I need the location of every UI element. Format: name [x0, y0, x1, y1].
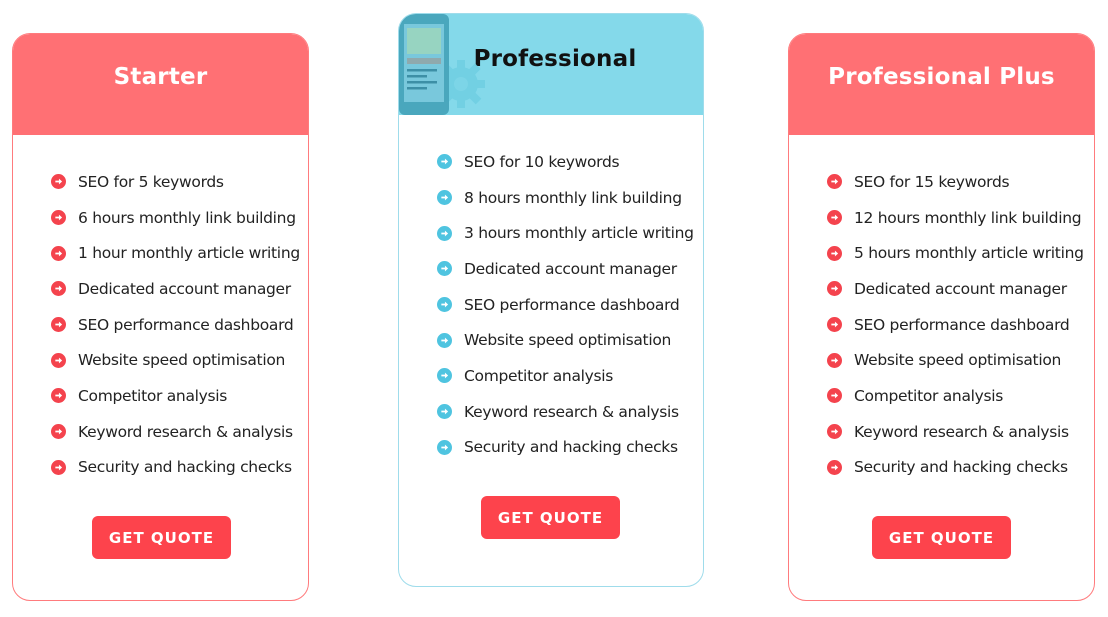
arrow-right-circle-icon: [51, 317, 66, 333]
feature-text: 6 hours monthly link building: [78, 208, 296, 227]
feature-text: Security and hacking checks: [854, 458, 1068, 477]
arrow-right-circle-icon: [437, 368, 452, 384]
feature-text: SEO performance dashboard: [78, 315, 294, 334]
feature-text: 3 hours monthly article writing: [464, 224, 694, 243]
arrow-right-circle-icon: [827, 424, 842, 440]
feature-item: 8 hours monthly link building: [437, 180, 694, 216]
feature-text: Competitor analysis: [78, 386, 228, 405]
feature-item: SEO performance dashboard: [51, 307, 300, 343]
feature-text: Dedicated account manager: [854, 279, 1067, 298]
feature-item: Keyword research & analysis: [437, 394, 694, 430]
feature-text: Competitor analysis: [464, 366, 614, 385]
feature-text: Keyword research & analysis: [464, 402, 679, 421]
plan-header: Starter: [13, 34, 308, 135]
arrow-right-circle-icon: [51, 210, 66, 226]
arrow-right-circle-icon: [51, 281, 66, 297]
phone-gear-illustration-icon: [399, 14, 485, 115]
arrow-right-circle-icon: [437, 154, 452, 170]
feature-item: SEO for 5 keywords: [51, 164, 300, 200]
feature-item: Competitor analysis: [437, 358, 694, 394]
feature-text: SEO performance dashboard: [464, 295, 680, 314]
feature-item: Website speed optimisation: [51, 342, 300, 378]
feature-item: Security and hacking checks: [437, 430, 694, 466]
feature-item: Security and hacking checks: [51, 450, 300, 486]
feature-list: SEO for 10 keywords 8 hours monthly link…: [437, 144, 694, 465]
feature-item: Security and hacking checks: [827, 450, 1084, 486]
plan-header: Professional: [399, 14, 703, 115]
feature-text: 12 hours monthly link building: [854, 208, 1082, 227]
feature-item: SEO performance dashboard: [437, 287, 694, 323]
feature-item: Keyword research & analysis: [51, 414, 300, 450]
feature-item: SEO for 10 keywords: [437, 144, 694, 180]
arrow-right-circle-icon: [51, 459, 66, 475]
feature-text: Keyword research & analysis: [78, 422, 293, 441]
feature-item: 12 hours monthly link building: [827, 200, 1084, 236]
feature-text: Dedicated account manager: [464, 259, 677, 278]
feature-item: Dedicated account manager: [827, 271, 1084, 307]
feature-text: Website speed optimisation: [78, 351, 286, 370]
feature-item: Dedicated account manager: [437, 251, 694, 287]
arrow-right-circle-icon: [51, 352, 66, 368]
feature-text: Keyword research & analysis: [854, 422, 1069, 441]
feature-text: SEO for 15 keywords: [854, 172, 1010, 191]
arrow-right-circle-icon: [437, 297, 452, 313]
arrow-right-circle-icon: [827, 388, 842, 404]
feature-item: 5 hours monthly article writing: [827, 235, 1084, 271]
arrow-right-circle-icon: [51, 174, 66, 190]
feature-item: 1 hour monthly article writing: [51, 235, 300, 271]
feature-item: 3 hours monthly article writing: [437, 215, 694, 251]
plan-card-professional: Professional SEO for 10 keywords 8 hours…: [398, 13, 704, 587]
get-quote-button[interactable]: GET QUOTE: [92, 516, 231, 559]
arrow-right-circle-icon: [51, 424, 66, 440]
feature-text: 5 hours monthly article writing: [854, 244, 1084, 263]
feature-text: Competitor analysis: [854, 386, 1004, 405]
arrow-right-circle-icon: [827, 281, 842, 297]
plan-header: Professional Plus: [789, 34, 1094, 135]
plan-card-professional-plus: Professional Plus SEO for 15 keywords 12…: [788, 33, 1095, 601]
feature-item: Website speed optimisation: [437, 322, 694, 358]
plan-title: Starter: [113, 63, 208, 90]
feature-list: SEO for 5 keywords 6 hours monthly link …: [51, 164, 300, 485]
feature-text: Security and hacking checks: [464, 438, 678, 457]
get-quote-button[interactable]: GET QUOTE: [872, 516, 1011, 559]
feature-item: Dedicated account manager: [51, 271, 300, 307]
arrow-right-circle-icon: [827, 245, 842, 261]
arrow-right-circle-icon: [437, 190, 452, 206]
feature-text: Website speed optimisation: [464, 331, 672, 350]
arrow-right-circle-icon: [827, 210, 842, 226]
feature-text: SEO for 10 keywords: [464, 152, 620, 171]
arrow-right-circle-icon: [437, 261, 452, 277]
feature-text: SEO performance dashboard: [854, 315, 1070, 334]
arrow-right-circle-icon: [51, 245, 66, 261]
arrow-right-circle-icon: [827, 317, 842, 333]
feature-text: Dedicated account manager: [78, 279, 291, 298]
plan-title: Professional Plus: [828, 63, 1055, 90]
feature-item: 6 hours monthly link building: [51, 200, 300, 236]
arrow-right-circle-icon: [827, 352, 842, 368]
arrow-right-circle-icon: [437, 404, 452, 420]
feature-list: SEO for 15 keywords 12 hours monthly lin…: [827, 164, 1084, 485]
arrow-right-circle-icon: [437, 332, 452, 348]
feature-item: Website speed optimisation: [827, 342, 1084, 378]
feature-text: 8 hours monthly link building: [464, 188, 682, 207]
feature-text: 1 hour monthly article writing: [78, 244, 300, 263]
feature-item: Competitor analysis: [827, 378, 1084, 414]
arrow-right-circle-icon: [51, 388, 66, 404]
arrow-right-circle-icon: [437, 225, 452, 241]
arrow-right-circle-icon: [437, 439, 452, 455]
get-quote-button[interactable]: GET QUOTE: [481, 496, 620, 539]
feature-item: Keyword research & analysis: [827, 414, 1084, 450]
feature-text: Security and hacking checks: [78, 458, 292, 477]
feature-text: Website speed optimisation: [854, 351, 1062, 370]
feature-item: SEO for 15 keywords: [827, 164, 1084, 200]
feature-item: SEO performance dashboard: [827, 307, 1084, 343]
plan-card-starter: Starter SEO for 5 keywords 6 hours month…: [12, 33, 309, 601]
arrow-right-circle-icon: [827, 174, 842, 190]
arrow-right-circle-icon: [827, 459, 842, 475]
feature-text: SEO for 5 keywords: [78, 172, 224, 191]
feature-item: Competitor analysis: [51, 378, 300, 414]
